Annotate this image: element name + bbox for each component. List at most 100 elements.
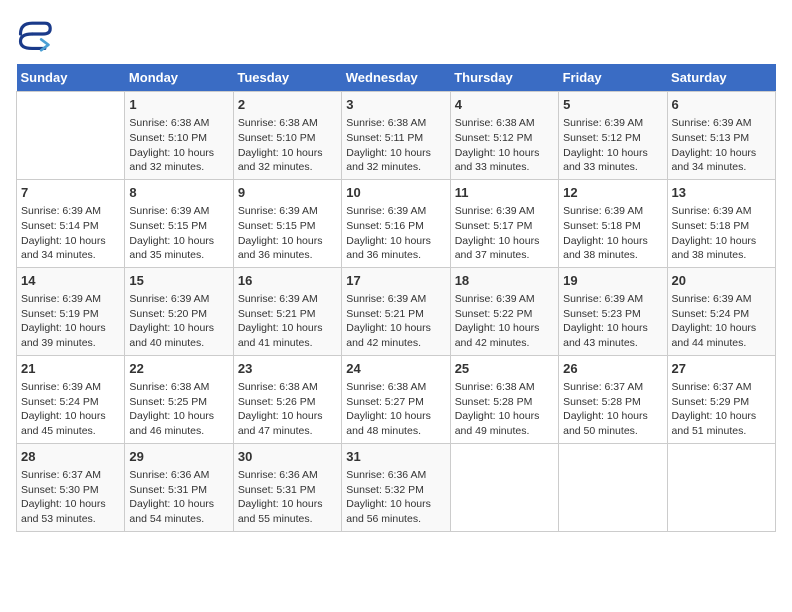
day-info: Sunrise: 6:39 AMSunset: 5:12 PMDaylight:… <box>563 116 662 175</box>
day-info: Sunrise: 6:38 AMSunset: 5:12 PMDaylight:… <box>455 116 554 175</box>
day-number: 3 <box>346 96 445 114</box>
day-info: Sunrise: 6:39 AMSunset: 5:13 PMDaylight:… <box>672 116 771 175</box>
week-row-1: 1 Sunrise: 6:38 AMSunset: 5:10 PMDaylight… <box>17 92 776 180</box>
day-number: 6 <box>672 96 771 114</box>
day-info: Sunrise: 6:38 AMSunset: 5:25 PMDaylight:… <box>129 380 228 439</box>
week-row-2: 7 Sunrise: 6:39 AMSunset: 5:14 PMDaylight… <box>17 179 776 267</box>
calendar-cell: 27 Sunrise: 6:37 AMSunset: 5:29 PMDayligh… <box>667 355 775 443</box>
day-number: 2 <box>238 96 337 114</box>
day-number: 11 <box>455 184 554 202</box>
day-number: 15 <box>129 272 228 290</box>
day-info: Sunrise: 6:39 AMSunset: 5:21 PMDaylight:… <box>238 292 337 351</box>
calendar-cell: 20Sunrise: 6:39 AMSunset: 5:24 PMDayligh… <box>667 267 775 355</box>
day-info: Sunrise: 6:39 AMSunset: 5:17 PMDaylight:… <box>455 204 554 263</box>
day-number: 31 <box>346 448 445 466</box>
day-info: Sunrise: 6:39 AMSunset: 5:22 PMDaylight:… <box>455 292 554 351</box>
day-info: Sunrise: 6:39 AMSunset: 5:21 PMDaylight:… <box>346 292 445 351</box>
week-row-5: 28 Sunrise: 6:37 AMSunset: 5:30 PMDayligh… <box>17 443 776 531</box>
day-number: 9 <box>238 184 337 202</box>
weekday-header-friday: Friday <box>559 64 667 92</box>
day-number: 5 <box>563 96 662 114</box>
calendar-cell: 10 Sunrise: 6:39 AMSunset: 5:16 PMDayligh… <box>342 179 450 267</box>
calendar-cell: 9Sunrise: 6:39 AMSunset: 5:15 PMDaylight… <box>233 179 341 267</box>
day-info: Sunrise: 6:39 AMSunset: 5:14 PMDaylight:… <box>21 204 120 263</box>
day-info: Sunrise: 6:36 AMSunset: 5:32 PMDaylight:… <box>346 468 445 527</box>
day-info: Sunrise: 6:36 AMSunset: 5:31 PMDaylight:… <box>129 468 228 527</box>
day-info: Sunrise: 6:39 AMSunset: 5:15 PMDaylight:… <box>129 204 228 263</box>
calendar-cell: 3Sunrise: 6:38 AMSunset: 5:11 PMDaylight… <box>342 92 450 180</box>
day-number: 30 <box>238 448 337 466</box>
calendar-cell: 25 Sunrise: 6:38 AMSunset: 5:28 PMDayligh… <box>450 355 558 443</box>
day-number: 10 <box>346 184 445 202</box>
day-number: 13 <box>672 184 771 202</box>
day-info: Sunrise: 6:38 AMSunset: 5:27 PMDaylight:… <box>346 380 445 439</box>
day-info: Sunrise: 6:38 AMSunset: 5:10 PMDaylight:… <box>238 116 337 175</box>
calendar-cell: 8 Sunrise: 6:39 AMSunset: 5:15 PMDaylight… <box>125 179 233 267</box>
weekday-header-row: SundayMondayTuesdayWednesdayThursdayFrid… <box>17 64 776 92</box>
weekday-header-saturday: Saturday <box>667 64 775 92</box>
calendar-cell: 24Sunrise: 6:38 AMSunset: 5:27 PMDayligh… <box>342 355 450 443</box>
day-info: Sunrise: 6:38 AMSunset: 5:28 PMDaylight:… <box>455 380 554 439</box>
calendar-cell: 4 Sunrise: 6:38 AMSunset: 5:12 PMDaylight… <box>450 92 558 180</box>
day-number: 1 <box>129 96 228 114</box>
day-number: 26 <box>563 360 662 378</box>
weekday-header-tuesday: Tuesday <box>233 64 341 92</box>
calendar-cell <box>559 443 667 531</box>
calendar-cell <box>450 443 558 531</box>
calendar-table: SundayMondayTuesdayWednesdayThursdayFrid… <box>16 64 776 532</box>
day-info: Sunrise: 6:38 AMSunset: 5:10 PMDaylight:… <box>129 116 228 175</box>
day-info: Sunrise: 6:39 AMSunset: 5:24 PMDaylight:… <box>21 380 120 439</box>
calendar-cell: 23 Sunrise: 6:38 AMSunset: 5:26 PMDayligh… <box>233 355 341 443</box>
weekday-header-monday: Monday <box>125 64 233 92</box>
week-row-4: 21Sunrise: 6:39 AMSunset: 5:24 PMDayligh… <box>17 355 776 443</box>
day-number: 12 <box>563 184 662 202</box>
day-info: Sunrise: 6:36 AMSunset: 5:31 PMDaylight:… <box>238 468 337 527</box>
calendar-cell: 30 Sunrise: 6:36 AMSunset: 5:31 PMDayligh… <box>233 443 341 531</box>
calendar-cell: 19Sunrise: 6:39 AMSunset: 5:23 PMDayligh… <box>559 267 667 355</box>
day-number: 29 <box>129 448 228 466</box>
page-header <box>16 16 776 52</box>
calendar-cell: 5 Sunrise: 6:39 AMSunset: 5:12 PMDaylight… <box>559 92 667 180</box>
calendar-cell: 17 Sunrise: 6:39 AMSunset: 5:21 PMDayligh… <box>342 267 450 355</box>
day-number: 28 <box>21 448 120 466</box>
day-info: Sunrise: 6:38 AMSunset: 5:26 PMDaylight:… <box>238 380 337 439</box>
calendar-cell: 22 Sunrise: 6:38 AMSunset: 5:25 PMDayligh… <box>125 355 233 443</box>
day-info: Sunrise: 6:39 AMSunset: 5:20 PMDaylight:… <box>129 292 228 351</box>
calendar-cell: 21Sunrise: 6:39 AMSunset: 5:24 PMDayligh… <box>17 355 125 443</box>
day-info: Sunrise: 6:39 AMSunset: 5:16 PMDaylight:… <box>346 204 445 263</box>
day-info: Sunrise: 6:37 AMSunset: 5:30 PMDaylight:… <box>21 468 120 527</box>
day-number: 16 <box>238 272 337 290</box>
logo <box>16 16 56 52</box>
calendar-cell: 11 Sunrise: 6:39 AMSunset: 5:17 PMDayligh… <box>450 179 558 267</box>
day-info: Sunrise: 6:39 AMSunset: 5:18 PMDaylight:… <box>672 204 771 263</box>
day-info: Sunrise: 6:39 AMSunset: 5:23 PMDaylight:… <box>563 292 662 351</box>
day-number: 20 <box>672 272 771 290</box>
calendar-cell <box>17 92 125 180</box>
day-number: 25 <box>455 360 554 378</box>
day-info: Sunrise: 6:39 AMSunset: 5:18 PMDaylight:… <box>563 204 662 263</box>
calendar-cell: 6 Sunrise: 6:39 AMSunset: 5:13 PMDaylight… <box>667 92 775 180</box>
day-number: 7 <box>21 184 120 202</box>
calendar-cell: 15 Sunrise: 6:39 AMSunset: 5:20 PMDayligh… <box>125 267 233 355</box>
day-number: 27 <box>672 360 771 378</box>
calendar-cell: 29 Sunrise: 6:36 AMSunset: 5:31 PMDayligh… <box>125 443 233 531</box>
calendar-cell: 1 Sunrise: 6:38 AMSunset: 5:10 PMDaylight… <box>125 92 233 180</box>
calendar-cell: 31 Sunrise: 6:36 AMSunset: 5:32 PMDayligh… <box>342 443 450 531</box>
calendar-cell: 26 Sunrise: 6:37 AMSunset: 5:28 PMDayligh… <box>559 355 667 443</box>
day-number: 8 <box>129 184 228 202</box>
week-row-3: 14 Sunrise: 6:39 AMSunset: 5:19 PMDayligh… <box>17 267 776 355</box>
calendar-cell: 18Sunrise: 6:39 AMSunset: 5:22 PMDayligh… <box>450 267 558 355</box>
weekday-header-sunday: Sunday <box>17 64 125 92</box>
day-info: Sunrise: 6:37 AMSunset: 5:28 PMDaylight:… <box>563 380 662 439</box>
day-info: Sunrise: 6:39 AMSunset: 5:19 PMDaylight:… <box>21 292 120 351</box>
weekday-header-thursday: Thursday <box>450 64 558 92</box>
day-number: 22 <box>129 360 228 378</box>
calendar-cell: 2 Sunrise: 6:38 AMSunset: 5:10 PMDaylight… <box>233 92 341 180</box>
day-number: 14 <box>21 272 120 290</box>
day-number: 17 <box>346 272 445 290</box>
calendar-cell: 16 Sunrise: 6:39 AMSunset: 5:21 PMDayligh… <box>233 267 341 355</box>
calendar-cell: 13 Sunrise: 6:39 AMSunset: 5:18 PMDayligh… <box>667 179 775 267</box>
day-number: 4 <box>455 96 554 114</box>
day-info: Sunrise: 6:37 AMSunset: 5:29 PMDaylight:… <box>672 380 771 439</box>
day-number: 23 <box>238 360 337 378</box>
